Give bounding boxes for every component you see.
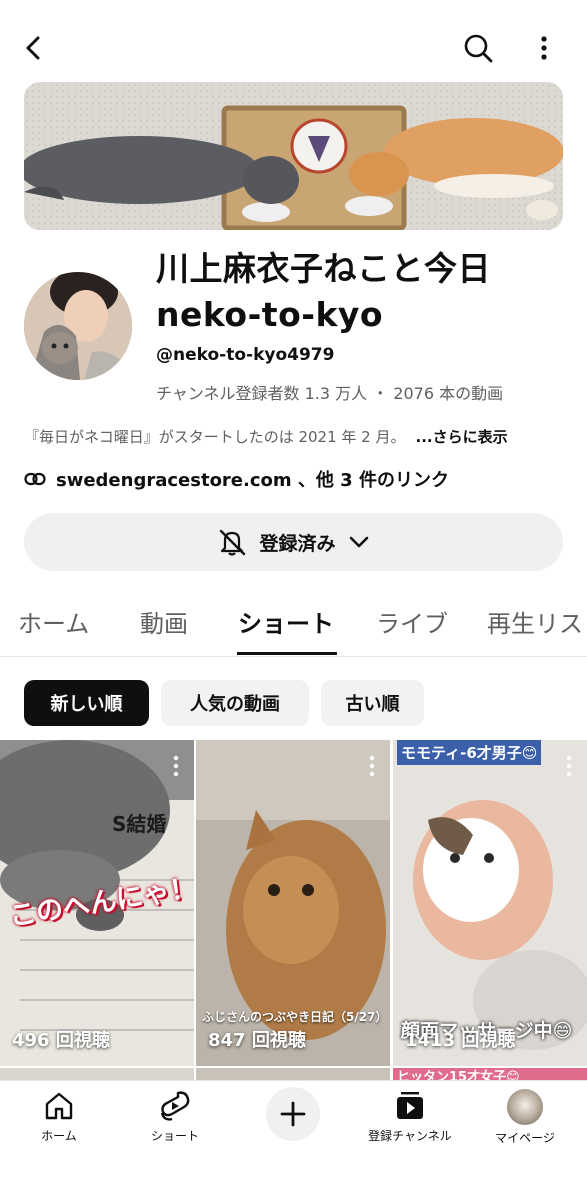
links-text: swedengracestore.com 、他 3 件のリンク xyxy=(56,470,449,491)
chip-newest[interactable]: 新しい順 xyxy=(24,680,149,726)
nav-my-page-label: マイページ xyxy=(495,1131,555,1145)
nav-subscriptions-label: 登録チャンネル xyxy=(368,1129,452,1143)
tab-shorts[interactable]: ショート xyxy=(238,604,334,639)
nav-home-label: ホーム xyxy=(41,1129,77,1143)
more-vertical-icon xyxy=(541,36,547,60)
show-more-link[interactable]: ...さらに表示 xyxy=(416,428,508,446)
nav-home[interactable]: ホーム xyxy=(4,1089,114,1144)
subscribed-button[interactable]: 登録済み xyxy=(24,513,563,571)
channel-avatar[interactable] xyxy=(24,272,132,380)
search-button[interactable] xyxy=(458,28,498,68)
subscribed-label: 登録済み xyxy=(259,532,336,555)
channel-tabs: ホーム 動画 ショート ライブ 再生リス xyxy=(0,590,587,657)
back-button[interactable] xyxy=(14,28,54,68)
back-arrow-icon xyxy=(26,36,40,60)
active-tab-indicator xyxy=(237,652,337,655)
channel-name-line2: neko-to-kyo xyxy=(156,295,384,334)
chip-popular[interactable]: 人気の動画 xyxy=(161,680,309,726)
bell-off-icon xyxy=(220,529,246,556)
short-item[interactable]: ふじさんのつぶやき日記（5/27） 847 回視聴 xyxy=(196,740,390,1066)
chevron-down-icon xyxy=(349,536,368,548)
more-options-button[interactable] xyxy=(524,28,564,68)
plus-icon xyxy=(280,1101,306,1127)
tab-playlists[interactable]: 再生リス xyxy=(487,604,583,639)
short-view-count: 847 回視聴 xyxy=(208,1030,306,1051)
tab-live[interactable]: ライブ xyxy=(376,604,448,639)
channel-banner xyxy=(24,82,563,230)
channel-stats: チャンネル登録者数 1.3 万人 ・ 2076 本の動画 xyxy=(156,384,504,403)
tab-videos[interactable]: 動画 xyxy=(140,604,188,639)
avatar-photo xyxy=(24,272,132,380)
channel-title: 川上麻衣子ねこと今日 neko-to-kyo xyxy=(156,246,566,338)
short-item[interactable]: モモティ-6才男子😊 顔面マッサージ中😄 1413 回視聴 xyxy=(393,740,587,1066)
subscriptions-icon xyxy=(397,1092,423,1119)
short-more-icon[interactable] xyxy=(561,754,577,778)
channel-handle: @neko-to-kyo4979 xyxy=(156,345,335,365)
home-icon xyxy=(45,1092,73,1120)
nav-shorts[interactable]: ショート xyxy=(120,1089,230,1144)
search-icon xyxy=(464,34,493,63)
nav-my-page[interactable]: マイページ xyxy=(470,1089,580,1146)
create-button[interactable] xyxy=(266,1087,320,1141)
shorts-icon xyxy=(160,1091,190,1121)
shorts-grid: S結婚 このへんにゃ！ 496 回視聴 ふじさんのつぶやき日記（5/27） 84… xyxy=(0,740,587,1066)
avatar xyxy=(507,1089,543,1125)
short-view-count: 496 回視聴 xyxy=(12,1030,110,1051)
short-more-icon[interactable] xyxy=(364,754,380,778)
channel-description[interactable]: 『毎日がネコ曜日』がスタートしたのは 2021 年 2 月。 ...さらに表示 xyxy=(24,426,508,447)
description-text: 『毎日がネコ曜日』がスタートしたのは 2021 年 2 月。 xyxy=(24,428,406,446)
nav-shorts-label: ショート xyxy=(150,1129,199,1143)
nav-subscriptions[interactable]: 登録チャンネル xyxy=(354,1089,466,1144)
short-overlay-top-caption: モモティ-6才男子😊 xyxy=(397,740,542,765)
channel-links[interactable]: swedengracestore.com 、他 3 件のリンク xyxy=(24,466,449,492)
short-overlay-caption: ふじさんのつぶやき日記（5/27） xyxy=(202,1010,388,1024)
short-view-count: 1413 回視聴 xyxy=(405,1030,516,1051)
short-overlay-headline: S結婚 xyxy=(112,812,167,836)
channel-name-line1: 川上麻衣子ねこと今日 xyxy=(156,249,491,288)
banner-cats-illustration xyxy=(24,82,563,230)
top-bar xyxy=(0,0,587,80)
tab-home[interactable]: ホーム xyxy=(18,604,89,639)
bottom-navigation: ホーム ショート 登録チャンネル マイページ xyxy=(0,1080,587,1201)
short-item[interactable]: S結婚 このへんにゃ！ 496 回視聴 xyxy=(0,740,194,1066)
short-more-icon[interactable] xyxy=(168,754,184,778)
chip-oldest[interactable]: 古い順 xyxy=(321,680,424,726)
link-icon xyxy=(24,472,46,486)
